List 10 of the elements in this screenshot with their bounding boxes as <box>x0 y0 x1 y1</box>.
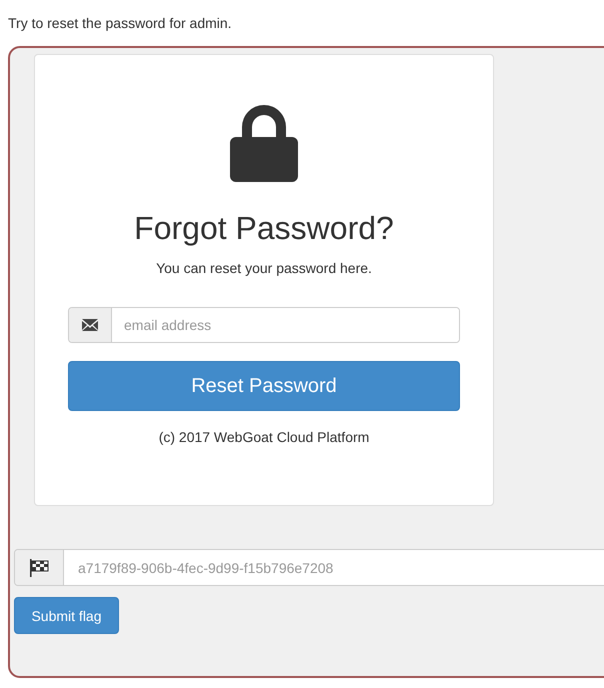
envelope-icon <box>82 319 98 331</box>
flag-icon <box>29 558 49 576</box>
submit-flag-button[interactable]: Submit flag <box>14 597 119 634</box>
form-title: Forgot Password? <box>134 209 394 248</box>
email-field[interactable]: email address <box>68 307 460 343</box>
instruction-text: Try to reset the password for admin. <box>8 14 233 33</box>
reset-password-button[interactable]: Reset Password <box>68 361 460 411</box>
flag-field[interactable]: a7179f89-906b-4fec-9d99-f15b796e7208 <box>14 549 604 586</box>
form-subtitle: You can reset your password here. <box>156 260 372 276</box>
copyright-text: (c) 2017 WebGoat Cloud Platform <box>158 429 370 445</box>
